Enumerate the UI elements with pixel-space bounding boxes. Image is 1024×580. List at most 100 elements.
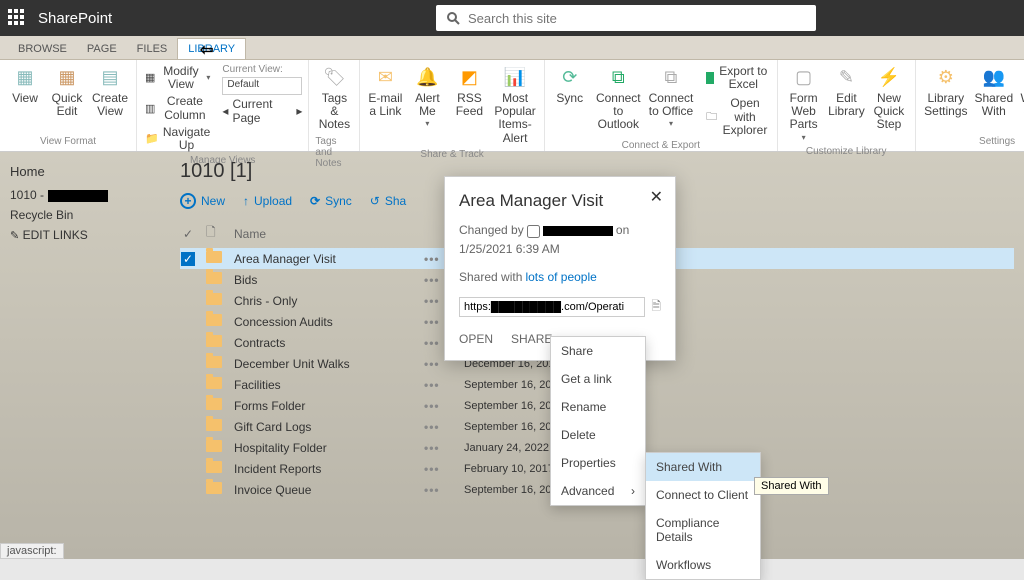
- create-column-button[interactable]: ▥Create Column: [143, 94, 212, 122]
- item-menu-button[interactable]: •••: [424, 441, 454, 455]
- connect-outlook-button[interactable]: ⧉Connect to Outlook: [593, 64, 644, 134]
- submenu-connect-client[interactable]: Connect to Client: [646, 481, 760, 509]
- callout-share-button[interactable]: SHARE: [511, 332, 552, 346]
- menu-properties[interactable]: Properties: [551, 449, 645, 477]
- menu-share[interactable]: Share: [551, 337, 645, 365]
- submenu-compliance[interactable]: Compliance Details: [646, 509, 760, 551]
- menu-delete[interactable]: Delete: [551, 421, 645, 449]
- item-name[interactable]: December Unit Walks: [234, 357, 414, 371]
- menu-advanced[interactable]: Advanced›: [551, 477, 645, 505]
- share-icon: ↺: [370, 194, 380, 208]
- row-checkbox[interactable]: ✓: [180, 252, 196, 266]
- callout-close-button[interactable]: ✕: [650, 187, 663, 207]
- search-input[interactable]: [468, 11, 806, 26]
- quick-launch: Home 1010 - Recycle Bin ✎ EDIT LINKS: [0, 152, 170, 559]
- nav-edit-links[interactable]: ✎ EDIT LINKS: [10, 228, 160, 242]
- item-name[interactable]: Bids: [234, 273, 414, 287]
- nav-home[interactable]: Home: [10, 164, 160, 179]
- item-menu-button[interactable]: •••: [424, 399, 454, 413]
- menu-rename[interactable]: Rename: [551, 393, 645, 421]
- item-name[interactable]: Concession Audits: [234, 315, 414, 329]
- folder-icon: [206, 272, 224, 287]
- page-prev[interactable]: ◂: [222, 104, 228, 118]
- quick-edit-icon: ▦: [53, 66, 81, 90]
- ribbon-group-tags: 🏷Tags & Notes Tags and Notes: [309, 60, 360, 151]
- folder-icon: [206, 314, 224, 329]
- folder-icon: [206, 482, 224, 497]
- folder-icon: [206, 377, 224, 392]
- submenu-workflows[interactable]: Workflows: [646, 551, 760, 579]
- view-button[interactable]: ▦View: [6, 64, 44, 107]
- nav-recycle-bin[interactable]: Recycle Bin: [10, 208, 160, 222]
- email-link-button[interactable]: ✉E-mail a Link: [366, 64, 404, 120]
- modify-view-button[interactable]: ▦Modify View▾: [143, 64, 212, 92]
- bell-icon: 🔔: [413, 66, 441, 90]
- item-name[interactable]: Contracts: [234, 336, 414, 350]
- item-name[interactable]: Hospitality Folder: [234, 441, 414, 455]
- excel-icon: [706, 72, 714, 84]
- item-name[interactable]: Facilities: [234, 378, 414, 392]
- form-web-parts-button[interactable]: ▢Form Web Parts▾: [784, 64, 824, 144]
- search-box[interactable]: [436, 5, 816, 31]
- tab-page[interactable]: PAGE: [77, 39, 127, 59]
- ribbon-group-share-track: ✉E-mail a Link 🔔Alert Me▾ ◩RSS Feed 📊Mos…: [360, 60, 544, 151]
- share-button[interactable]: ↺Sha: [370, 194, 406, 208]
- search-icon: [446, 11, 460, 25]
- callout-title: Area Manager Visit: [459, 191, 661, 211]
- shared-with-link[interactable]: lots of people: [525, 270, 596, 284]
- quick-edit-button[interactable]: ▦Quick Edit: [48, 64, 86, 120]
- item-name[interactable]: Chris - Only: [234, 294, 414, 308]
- sync-button[interactable]: ⟳Sync: [310, 194, 352, 208]
- shared-with-button[interactable]: 👥Shared With: [974, 64, 1013, 120]
- create-view-icon: ▤: [96, 66, 124, 90]
- select-all[interactable]: ✓: [180, 227, 196, 241]
- current-view-select[interactable]: Default: [222, 77, 302, 95]
- tab-browse[interactable]: BROWSE: [8, 39, 77, 59]
- navigate-up-button[interactable]: 📁Navigate Up: [143, 125, 212, 153]
- name-column-header[interactable]: Name: [234, 227, 414, 241]
- nav-site[interactable]: 1010 -: [10, 187, 160, 202]
- page-next[interactable]: ▸: [296, 104, 302, 118]
- app-launcher-icon[interactable]: [8, 9, 26, 27]
- alert-me-button[interactable]: 🔔Alert Me▾: [408, 64, 446, 131]
- item-name[interactable]: Area Manager Visit: [234, 252, 414, 266]
- tooltip: Shared With: [754, 477, 829, 495]
- item-menu-button[interactable]: •••: [424, 378, 454, 392]
- new-button[interactable]: +New: [180, 193, 225, 209]
- tab-files[interactable]: FILES: [127, 39, 178, 59]
- new-quick-step-button[interactable]: ⚡New Quick Step: [869, 64, 908, 134]
- ribbon-group-customize: ▢Form Web Parts▾ ✎Edit Library ⚡New Quic…: [778, 60, 916, 151]
- redacted-text: [48, 190, 108, 202]
- copy-icon[interactable]: 🗎: [651, 297, 661, 318]
- item-menu-button[interactable]: •••: [424, 462, 454, 476]
- callout-url-input[interactable]: [459, 297, 645, 317]
- menu-get-link[interactable]: Get a link: [551, 365, 645, 393]
- chevron-right-icon: ›: [631, 484, 635, 498]
- office-icon: ⧉: [657, 66, 685, 90]
- export-excel-button[interactable]: Export to Excel: [704, 64, 771, 92]
- callout-open-button[interactable]: OPEN: [459, 332, 493, 346]
- sync-button-ribbon[interactable]: ⟳Sync: [551, 64, 589, 107]
- upload-button[interactable]: ↑Upload: [243, 194, 292, 208]
- item-name[interactable]: Gift Card Logs: [234, 420, 414, 434]
- item-name[interactable]: Incident Reports: [234, 462, 414, 476]
- chart-icon: 📊: [501, 66, 529, 90]
- edit-library-button[interactable]: ✎Edit Library: [827, 64, 865, 120]
- open-explorer-button[interactable]: 🗀Open with Explorer: [704, 96, 771, 138]
- item-menu-button[interactable]: •••: [424, 483, 454, 497]
- callout-changed: Changed by on 1/25/2021 6:39 AM: [459, 221, 661, 258]
- sync-icon: ⟳: [310, 194, 320, 208]
- rss-feed-button[interactable]: ◩RSS Feed: [450, 64, 488, 120]
- connect-office-button[interactable]: ⧉Connect to Office▾: [648, 64, 694, 131]
- create-view-button[interactable]: ▤Create View: [90, 64, 130, 120]
- annotation-arrow: ⇦: [200, 40, 213, 60]
- item-name[interactable]: Invoice Queue: [234, 483, 414, 497]
- item-name[interactable]: Forms Folder: [234, 399, 414, 413]
- library-settings-button[interactable]: ⚙Library Settings: [922, 64, 971, 120]
- workflow-settings-button[interactable]: ⟳Workflow Settings▾: [1017, 64, 1024, 131]
- explorer-icon: 🗀: [706, 110, 717, 124]
- tags-notes-button[interactable]: 🏷Tags & Notes: [315, 64, 353, 134]
- submenu-shared-with[interactable]: Shared With: [646, 453, 760, 481]
- most-popular-button[interactable]: 📊Most Popular Items-Alert: [492, 64, 537, 147]
- item-menu-button[interactable]: •••: [424, 420, 454, 434]
